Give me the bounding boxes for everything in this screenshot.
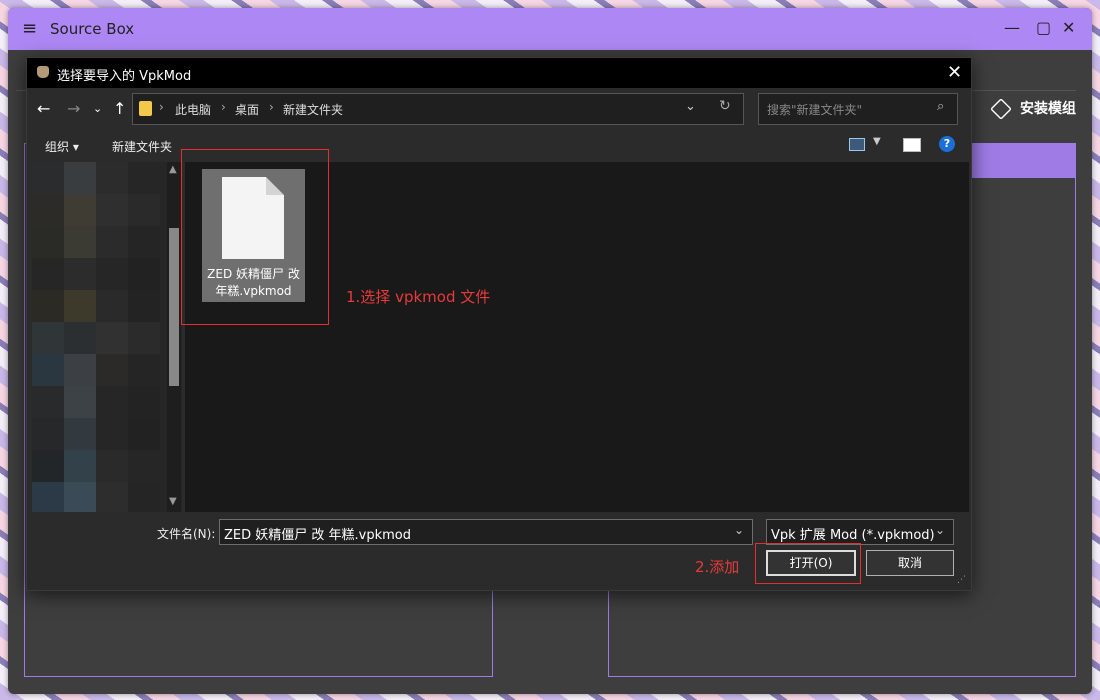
navigation-pane-blurred <box>32 162 182 512</box>
breadcrumb-separator-icon: › <box>269 100 274 114</box>
dialog-title: 选择要导入的 VpkMod <box>57 69 192 84</box>
search-box[interactable]: 搜索"新建文件夹" ⌕ <box>758 93 958 125</box>
filename-dropdown-chevron-icon[interactable]: ⌄ <box>734 523 744 537</box>
app-title: Source Box <box>50 20 135 38</box>
search-placeholder: 搜索"新建文件夹" <box>767 103 863 117</box>
view-options-chevron-icon[interactable]: ▼ <box>873 136 881 147</box>
refresh-icon[interactable]: ↻ <box>719 98 731 114</box>
close-icon[interactable]: ✕ <box>1062 18 1075 37</box>
filename-field[interactable]: ZED 妖精僵尸 改 年糕.vpkmod ⌄ <box>219 519 753 545</box>
scroll-thumb[interactable] <box>169 228 179 386</box>
new-folder-button[interactable]: 新建文件夹 <box>112 138 172 155</box>
breadcrumb-this-pc[interactable]: 此电脑 <box>175 101 211 118</box>
app-cat-icon <box>37 66 49 78</box>
file-type-value: Vpk 扩展 Mod (*.vpkmod) <box>771 528 935 543</box>
help-icon[interactable]: ? <box>939 136 955 152</box>
up-arrow-icon[interactable]: ↑ <box>113 99 126 118</box>
minimize-icon[interactable]: — <box>1004 18 1020 37</box>
annotation-box-step1 <box>181 149 329 325</box>
navigation-bar: ← → ⌄ ↑ › 此电脑 › 桌面 › 新建文件夹 ⌄ ↻ 搜索"新建文件夹"… <box>27 90 971 126</box>
scroll-down-icon[interactable]: ▼ <box>169 496 177 507</box>
annotation-step1: 1.选择 vpkmod 文件 <box>346 288 491 306</box>
resize-grip-icon[interactable]: ⋰ <box>957 575 966 585</box>
cube-icon <box>990 98 1012 120</box>
cancel-button[interactable]: 取消 <box>866 550 954 576</box>
dialog-close-icon[interactable]: ✕ <box>947 62 962 83</box>
breadcrumb-desktop[interactable]: 桌面 <box>235 101 259 118</box>
address-dropdown-chevron-icon[interactable]: ⌄ <box>685 99 696 114</box>
search-icon: ⌕ <box>937 99 945 114</box>
file-type-select[interactable]: Vpk 扩展 Mod (*.vpkmod) ⌄ <box>766 519 954 545</box>
breadcrumb-separator-icon: › <box>159 100 164 114</box>
change-view-icon[interactable] <box>849 138 865 151</box>
hamburger-menu-icon[interactable]: ≡ <box>22 20 37 38</box>
recent-locations-chevron-icon[interactable]: ⌄ <box>93 102 102 115</box>
file-type-chevron-icon: ⌄ <box>935 523 946 537</box>
folder-icon <box>139 101 152 116</box>
organize-menu[interactable]: 组织 ▾ <box>45 138 79 155</box>
pixelated-region <box>32 162 162 512</box>
back-arrow-icon[interactable]: ← <box>37 99 50 118</box>
forward-arrow-icon[interactable]: → <box>67 99 80 118</box>
install-mod-label: 安装模组 <box>1020 101 1076 117</box>
annotation-step2: 2.添加 <box>695 558 740 576</box>
filename-value: ZED 妖精僵尸 改 年糕.vpkmod <box>224 528 412 543</box>
annotation-box-step2 <box>755 543 861 584</box>
preview-pane-icon[interactable] <box>903 138 921 152</box>
breadcrumb-separator-icon: › <box>221 100 226 114</box>
scroll-up-icon[interactable]: ▲ <box>169 164 177 175</box>
navigation-scrollbar[interactable]: ▲ ▼ <box>167 162 181 512</box>
dialog-titlebar: 选择要导入的 VpkMod ✕ <box>27 58 971 88</box>
command-bar: 组织 ▾ 新建文件夹 ▼ ? <box>27 130 971 162</box>
breadcrumb-new-folder[interactable]: 新建文件夹 <box>283 101 343 118</box>
app-titlebar: ≡ Source Box — ▢ ✕ <box>8 8 1092 50</box>
install-mod-button[interactable]: 安装模组 <box>990 98 1076 120</box>
maximize-icon[interactable]: ▢ <box>1036 18 1051 37</box>
file-open-dialog: 选择要导入的 VpkMod ✕ ← → ⌄ ↑ › 此电脑 › 桌面 › 新建文… <box>26 57 972 591</box>
filename-label: 文件名(N): <box>157 527 216 541</box>
address-bar[interactable]: › 此电脑 › 桌面 › 新建文件夹 ⌄ ↻ <box>132 93 744 125</box>
